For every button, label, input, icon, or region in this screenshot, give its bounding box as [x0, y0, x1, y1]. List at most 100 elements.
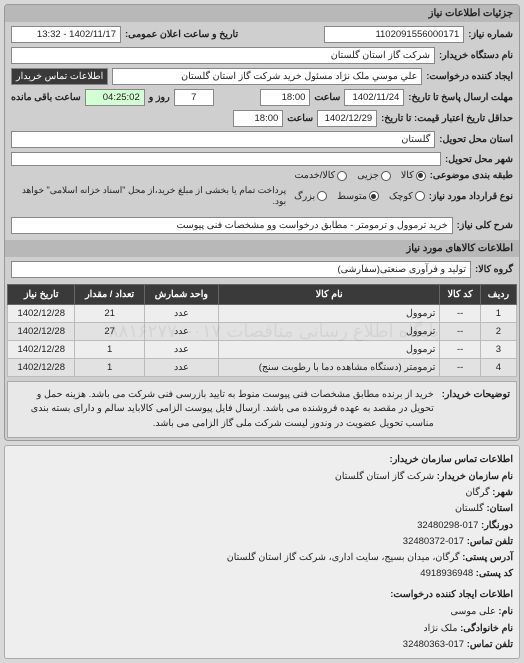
org-name-label: نام سازمان خریدار: — [437, 471, 513, 482]
org-name: شرکت گاز استان گلستان — [335, 471, 434, 482]
goods-info-header: اطلاعات کالاهای مورد نیاز — [5, 240, 519, 257]
cell-code: -- — [440, 323, 481, 341]
label-day: روز و — [149, 92, 170, 103]
cell-row: 3 — [480, 341, 516, 359]
lname-label: نام خانوادگی: — [460, 623, 513, 634]
cell-name: ترمومتر (دستگاه مشاهده دما با رطوبت سنج) — [219, 359, 440, 377]
label-catalog: طبقه بندی موضوعی: — [430, 170, 513, 181]
th-date: تاریخ نیاز — [8, 285, 75, 305]
phone2-label: تلفن تماس: — [467, 639, 513, 650]
radio-large-label: بزرگ — [294, 191, 315, 202]
contact-header-1: اطلاعات تماس سازمان خریدار: — [11, 452, 513, 467]
field-main-title: خرید ترموول و ترمومتر - مطابق درخواست وو… — [11, 217, 453, 234]
postcode-val: 4918936948 — [420, 568, 473, 579]
table-row: 4--ترمومتر (دستگاه مشاهده دما با رطوبت س… — [8, 359, 517, 377]
radio-both-label: کالا/خدمت — [294, 170, 335, 181]
state-val: گلستان — [455, 503, 484, 514]
label-send-deadline: مهلت ارسال پاسخ تا تاریخ: — [408, 92, 513, 103]
field-public-datetime: 1402/11/17 - 13:32 — [11, 26, 121, 43]
lname-val: ملک نژاد — [423, 623, 457, 634]
label-goods-group: گروه کالا: — [475, 264, 513, 275]
contact-header-2: اطلاعات ایجاد کننده درخواست: — [11, 587, 513, 602]
field-days-remain: 7 — [174, 89, 214, 106]
field-buyer-device: شرکت گاز استان گلستان — [11, 47, 435, 64]
radio-service[interactable] — [381, 171, 391, 181]
agreement-radio-group: کوچک متوسط بزرگ — [294, 191, 425, 202]
fname-val: علی موسی — [451, 606, 496, 617]
buyer-notes-text: خرید از برنده مطابق مشخصات فنی پیوست منو… — [14, 388, 434, 431]
fax-label: دورنگار: — [481, 520, 513, 531]
field-price-deadline-time: 18:00 — [233, 110, 283, 127]
label-delivery-state: استان محل تحویل: — [439, 134, 513, 145]
th-unit: واحد شمارش — [144, 285, 218, 305]
agreement-note: پرداخت تمام یا بخشی از مبلغ خرید،از محل … — [11, 185, 286, 207]
label-buyer-notes: توضیحات خریدار: — [442, 388, 510, 431]
panel-title: جزئیات اطلاعات نیاز — [5, 5, 519, 22]
phone-val: 017-32480372 — [403, 536, 464, 547]
field-goods-group: تولید و فرآوری صنعتی(سفارشی) — [11, 261, 471, 278]
label-agreement-type: نوع قرارداد مورد نیاز: — [429, 191, 513, 202]
radio-goods[interactable] — [416, 171, 426, 181]
radio-small-label: کوچک — [389, 191, 413, 202]
cell-row: 2 — [480, 323, 516, 341]
field-send-deadline-time: 18:00 — [260, 89, 310, 106]
field-send-deadline-date: 1402/11/24 — [344, 89, 404, 106]
postal-label: آدرس پستی: — [462, 552, 513, 563]
table-row: 3--ترموولعدد11402/12/28 — [8, 341, 517, 359]
th-qty: تعداد / مقدار — [75, 285, 144, 305]
th-name: نام کالا — [219, 285, 440, 305]
cell-date: 1402/12/28 — [8, 323, 75, 341]
city-val: گرگان — [465, 487, 489, 498]
table-row: 2--ترموولعدد271402/12/28 — [8, 323, 517, 341]
label-req-no: شماره نیاز: — [468, 29, 513, 40]
field-request-creator: علي موسي ملک نژاد مسئول خرید شرکت گاز اس… — [112, 68, 422, 85]
goods-table: ردیف کد کالا نام کالا واحد شمارش تعداد /… — [7, 284, 517, 377]
cell-code: -- — [440, 341, 481, 359]
field-hours-remain: 04:25:02 — [85, 89, 145, 106]
fname-label: نام: — [498, 606, 513, 617]
cell-code: -- — [440, 359, 481, 377]
label-time-2: ساعت — [287, 113, 313, 124]
cell-unit: عدد — [144, 305, 218, 323]
label-delivery-city: شهر محل تحویل: — [445, 154, 513, 165]
radio-large[interactable] — [317, 191, 327, 201]
cell-date: 1402/12/28 — [8, 341, 75, 359]
cell-name: ترموول — [219, 341, 440, 359]
city-label: شهر: — [492, 487, 513, 498]
cell-name: ترموول — [219, 305, 440, 323]
cell-name: ترموول — [219, 323, 440, 341]
field-req-no: 1102091556000171 — [324, 26, 464, 43]
postcode-label: کد پستی: — [476, 568, 513, 579]
catalog-radio-group: کالا جزیی کالا/خدمت — [294, 170, 425, 181]
postal-val: گرگان، میدان بسیج، سایت اداری، شرکت گاز … — [227, 552, 460, 563]
label-time-1: ساعت — [314, 92, 340, 103]
field-delivery-city — [11, 152, 441, 166]
cell-unit: عدد — [144, 341, 218, 359]
radio-goods-label: کالا — [401, 170, 414, 181]
buyer-contact-link[interactable]: اطلاعات تماس خریدار — [11, 68, 108, 85]
label-main-title: شرح کلی نیاز: — [457, 220, 513, 231]
radio-medium-label: متوسط — [337, 191, 367, 202]
cell-row: 4 — [480, 359, 516, 377]
label-request-creator: ایجاد کننده درخواست: — [426, 71, 513, 82]
label-buyer-device: نام دستگاه خریدار: — [439, 50, 513, 61]
fax-val: 017-32480298 — [417, 520, 478, 531]
label-public-datetime: تاریخ و ساعت اعلان عمومی: — [125, 29, 238, 40]
phone2-val: 017-32480363 — [403, 639, 464, 650]
field-delivery-state: گلستان — [11, 131, 435, 148]
cell-date: 1402/12/28 — [8, 305, 75, 323]
cell-qty: 21 — [75, 305, 144, 323]
cell-qty: 1 — [75, 359, 144, 377]
label-price-deadline: حداقل تاریخ اعتبار قیمت: تا تاریخ: — [381, 113, 513, 124]
cell-qty: 1 — [75, 341, 144, 359]
label-remaining: ساعت باقی مانده — [11, 92, 81, 103]
radio-medium[interactable] — [369, 191, 379, 201]
cell-qty: 27 — [75, 323, 144, 341]
cell-unit: عدد — [144, 359, 218, 377]
radio-both[interactable] — [337, 171, 347, 181]
cell-date: 1402/12/28 — [8, 359, 75, 377]
th-code: کد کالا — [440, 285, 481, 305]
th-row: ردیف — [480, 285, 516, 305]
radio-small[interactable] — [415, 191, 425, 201]
cell-unit: عدد — [144, 323, 218, 341]
